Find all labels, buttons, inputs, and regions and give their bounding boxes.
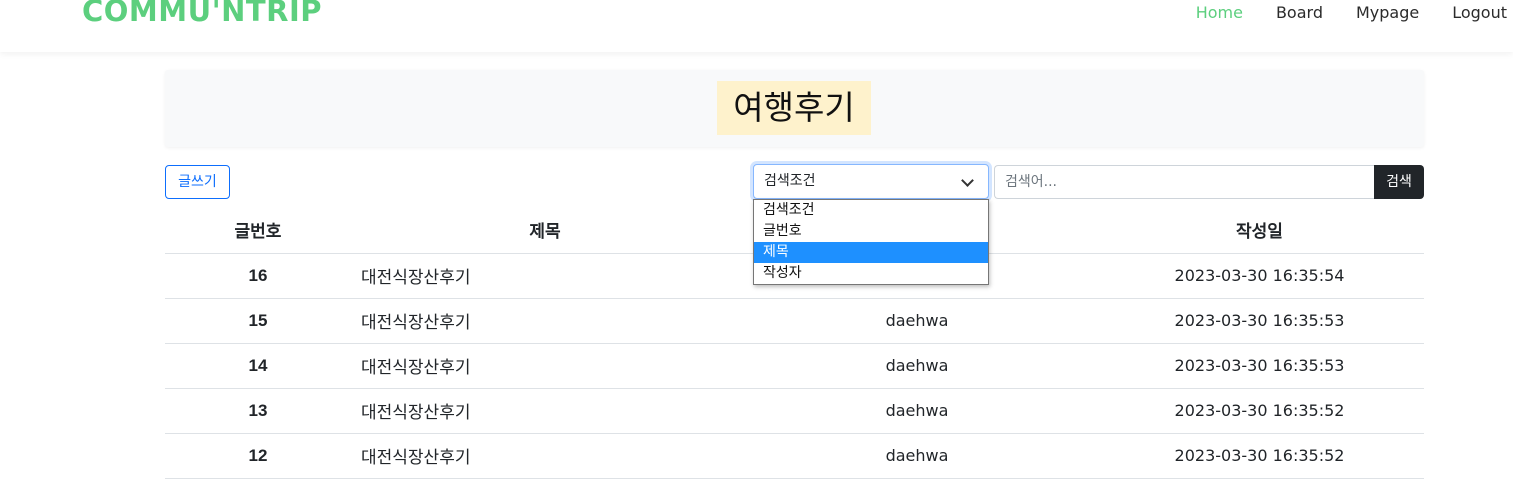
- nav-link-home[interactable]: Home: [1163, 3, 1243, 22]
- write-post-button[interactable]: 글쓰기: [165, 165, 230, 199]
- post-title-cell: 대전식장산후기: [351, 298, 739, 344]
- post-number: 12: [165, 433, 351, 479]
- nav-link-mypage[interactable]: Mypage: [1323, 3, 1419, 22]
- table-row[interactable]: 13 대전식장산후기 daehwa 2023-03-30 16:35:52: [165, 388, 1424, 434]
- post-date: 2023-03-30 16:35:53: [1095, 343, 1424, 389]
- post-title-link[interactable]: 대전식장산후기: [361, 268, 470, 288]
- post-date: 2023-03-30 16:35:54: [1095, 253, 1424, 299]
- post-number: 13: [165, 388, 351, 434]
- post-writer: daehwa: [739, 388, 1095, 434]
- page-title: 여행후기: [717, 81, 871, 135]
- post-title-link[interactable]: 대전식장산후기: [361, 448, 470, 468]
- post-title-link[interactable]: 대전식장산후기: [361, 313, 470, 333]
- post-number: 16: [165, 253, 351, 299]
- nav-link-logout[interactable]: Logout: [1419, 3, 1507, 22]
- post-title-link[interactable]: 대전식장산후기: [361, 403, 470, 423]
- table-row[interactable]: 15 대전식장산후기 daehwa 2023-03-30 16:35:53: [165, 298, 1424, 344]
- post-title-link[interactable]: 대전식장산후기: [361, 358, 470, 378]
- post-title-cell: 대전식장산후기: [351, 253, 739, 299]
- post-title-cell: 대전식장산후기: [351, 343, 739, 389]
- chevron-down-icon: [961, 174, 974, 187]
- table-row[interactable]: 14 대전식장산후기 daehwa 2023-03-30 16:35:53: [165, 343, 1424, 389]
- option-post-number[interactable]: 글번호: [754, 221, 988, 242]
- post-date: 2023-03-30 16:35:53: [1095, 298, 1424, 344]
- post-number: 15: [165, 298, 351, 344]
- post-writer: daehwa: [739, 343, 1095, 389]
- search-input[interactable]: [994, 165, 1375, 199]
- search-condition-select[interactable]: 검색조건: [753, 164, 989, 199]
- post-number: 14: [165, 343, 351, 389]
- header-no: 글번호: [165, 207, 351, 254]
- option-search-condition[interactable]: 검색조건: [754, 200, 988, 221]
- post-title-cell: 대전식장산후기: [351, 433, 739, 479]
- post-title-cell: 대전식장산후기: [351, 388, 739, 434]
- search-condition-dropdown: 검색조건 글번호 제목 작성자: [753, 199, 989, 285]
- brand-logo[interactable]: COMMU'NTRIP: [82, 0, 322, 28]
- post-writer: daehwa: [739, 433, 1095, 479]
- search-condition-value: 검색조건: [764, 173, 816, 189]
- table-row[interactable]: 12 대전식장산후기 daehwa 2023-03-30 16:35:52: [165, 433, 1424, 479]
- option-title[interactable]: 제목: [754, 242, 988, 263]
- search-button[interactable]: 검색: [1374, 165, 1424, 199]
- post-date: 2023-03-30 16:35:52: [1095, 388, 1424, 434]
- nav-link-board[interactable]: Board: [1243, 3, 1323, 22]
- option-writer[interactable]: 작성자: [754, 263, 988, 284]
- header-title: 제목: [351, 207, 739, 254]
- nav-links: Home Board Mypage Logout: [1163, 3, 1507, 22]
- header-date: 작성일: [1095, 207, 1424, 254]
- post-writer: daehwa: [739, 298, 1095, 344]
- post-date: 2023-03-30 16:35:52: [1095, 433, 1424, 479]
- top-navbar: COMMU'NTRIP Home Board Mypage Logout: [0, 0, 1513, 52]
